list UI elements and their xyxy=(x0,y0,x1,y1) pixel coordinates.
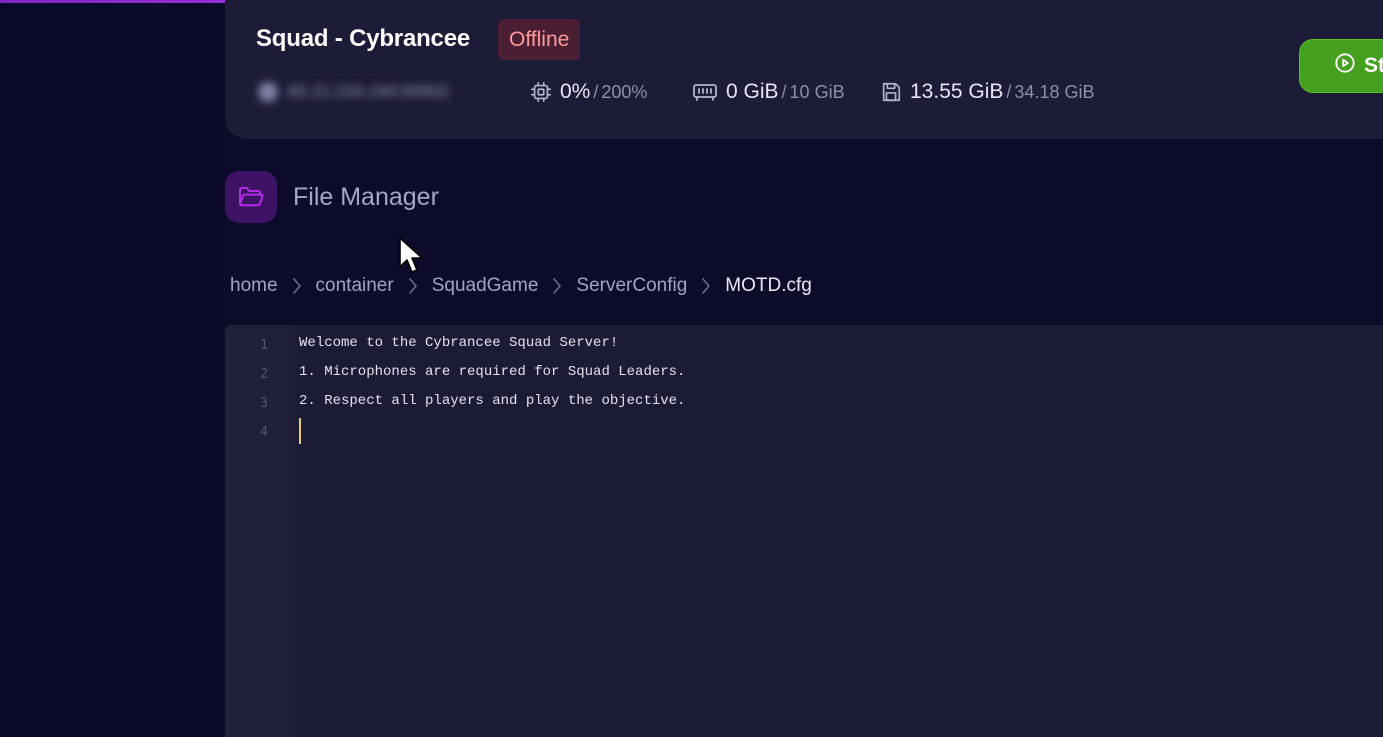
chevron-right-icon xyxy=(552,277,562,295)
code-line[interactable]: Welcome to the Cybrancee Squad Server! xyxy=(299,329,618,358)
server-address[interactable]: 65.21.216.240:50002 xyxy=(258,80,503,104)
save-disk-icon xyxy=(880,81,902,103)
code-line[interactable]: 1. Microphones are required for Squad Le… xyxy=(299,358,685,387)
code-line[interactable]: 2. Respect all players and play the obje… xyxy=(299,387,685,416)
status-badge: Offline xyxy=(498,19,581,60)
line-number: 2 xyxy=(260,367,268,382)
line-number-gutter: 1 2 3 4 xyxy=(225,325,295,737)
breadcrumb-current-file: MOTD.cfg xyxy=(725,275,812,296)
memory-stat: 0 GiB/10 GiB xyxy=(692,78,845,106)
chevron-right-icon xyxy=(701,277,711,295)
memory-icon xyxy=(692,81,718,103)
cpu-limit: 200% xyxy=(601,82,648,102)
line-number: 4 xyxy=(260,425,268,440)
breadcrumb: home container SquadGame ServerConfig MO… xyxy=(230,273,812,299)
breadcrumb-home[interactable]: home xyxy=(230,275,278,297)
play-circle-icon xyxy=(1334,52,1356,80)
disk-limit: 34.18 GiB xyxy=(1014,82,1095,102)
start-button[interactable]: St xyxy=(1299,39,1383,93)
text-caret xyxy=(299,418,301,444)
memory-value: 0 GiB xyxy=(726,80,779,103)
line-number: 3 xyxy=(260,396,268,411)
folder-open-icon xyxy=(225,171,277,223)
sidebar-background xyxy=(0,0,225,737)
start-button-label: St xyxy=(1364,54,1383,77)
page-title: File Manager xyxy=(293,182,439,211)
disk-value: 13.55 GiB xyxy=(910,80,1004,103)
code-editor[interactable]: 1 2 3 4 Welcome to the Cybrancee Squad S… xyxy=(225,325,1383,737)
server-title: Squad - Cybrancee xyxy=(256,25,470,52)
server-address-text: 65.21.216.240:50002 xyxy=(288,82,449,101)
breadcrumb-container[interactable]: container xyxy=(316,275,394,297)
memory-limit: 10 GiB xyxy=(789,82,845,102)
line-number: 1 xyxy=(260,338,268,353)
breadcrumb-squadgame[interactable]: SquadGame xyxy=(432,275,539,297)
cpu-value: 0% xyxy=(560,80,591,103)
file-manager-header: File Manager xyxy=(225,171,439,223)
app-root: Squad - Cybrancee Offline 65.21.216.240:… xyxy=(0,0,1383,737)
disk-stat: 13.55 GiB/34.18 GiB xyxy=(880,78,1094,106)
breadcrumb-serverconfig[interactable]: ServerConfig xyxy=(576,275,687,297)
chevron-right-icon xyxy=(408,277,418,295)
cpu-icon xyxy=(530,81,552,103)
cpu-stat: 0%/200% xyxy=(530,78,647,106)
chevron-right-icon xyxy=(292,277,302,295)
server-info-card: Squad - Cybrancee Offline 65.21.216.240:… xyxy=(225,0,1383,139)
globe-icon xyxy=(258,82,278,102)
